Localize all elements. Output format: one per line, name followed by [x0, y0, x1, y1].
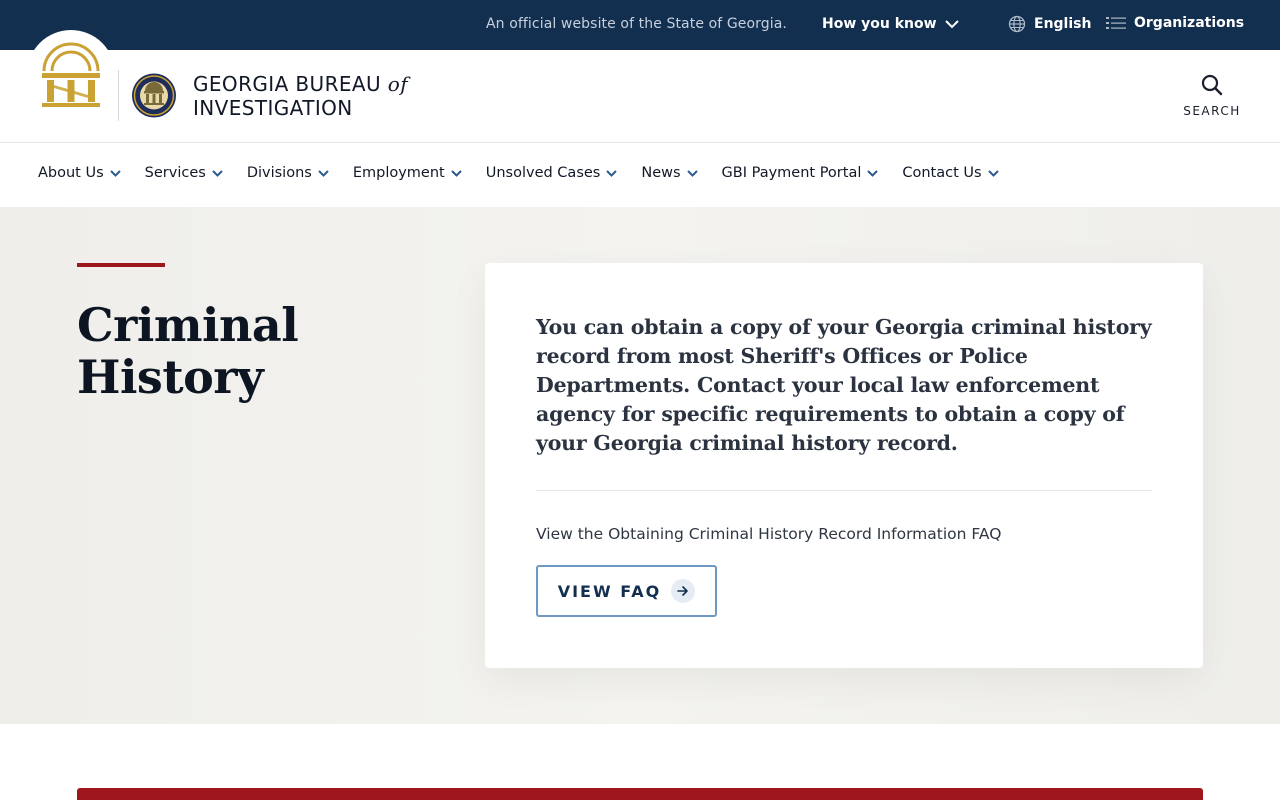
nav-item-unsolved-cases[interactable]: Unsolved Cases [486, 165, 618, 181]
language-selector[interactable]: English [1008, 15, 1091, 33]
main-navigation: About Us Services Divisions Employment U… [0, 143, 1280, 207]
nav-item-label: GBI Payment Portal [721, 165, 862, 181]
how-you-know-label: How you know [822, 16, 937, 32]
chevron-down-icon [318, 169, 329, 177]
nav-item-label: Services [144, 165, 206, 181]
arrow-right-icon [671, 579, 696, 603]
georgia-state-seal-icon [42, 42, 100, 107]
nav-item-contact-us[interactable]: Contact Us [902, 165, 999, 181]
card-divider [536, 490, 1152, 491]
list-icon [1106, 17, 1126, 29]
official-banner: An official website of the State of Geor… [0, 0, 1280, 50]
chevron-down-icon [212, 169, 223, 177]
brand-line-1: GEORGIA BUREAU [193, 72, 382, 96]
site-brand[interactable]: GEORGIA BUREAU of INVESTIGATION [193, 72, 408, 120]
page-title: Criminal History [77, 299, 417, 403]
nav-item-label: Divisions [246, 165, 312, 181]
view-faq-button[interactable]: VIEW FAQ [536, 565, 717, 617]
nav-item-divisions[interactable]: Divisions [247, 165, 329, 181]
page-title-line-1: Criminal [77, 298, 299, 352]
georgia-seal-link[interactable] [27, 30, 115, 118]
nav-item-news[interactable]: News [641, 165, 698, 181]
logo-divider [118, 70, 119, 121]
hero-section: Criminal History You can obtain a copy o… [0, 207, 1280, 724]
how-you-know-toggle[interactable]: How you know [822, 16, 959, 32]
nav-item-about-us[interactable]: About Us [38, 165, 121, 181]
search-button[interactable]: SEARCH [1176, 74, 1248, 118]
search-icon [1201, 74, 1223, 96]
chevron-down-icon [867, 169, 879, 177]
chevron-down-icon [944, 19, 959, 28]
search-label: SEARCH [1183, 104, 1241, 118]
globe-icon [1008, 15, 1026, 33]
nav-item-gbi-payment-portal[interactable]: GBI Payment Portal [722, 165, 879, 181]
chevron-down-icon [987, 169, 999, 177]
nav-item-label: Unsolved Cases [485, 165, 601, 181]
faq-description: View the Obtaining Criminal History Reco… [536, 525, 1002, 543]
title-accent-line [77, 263, 165, 267]
official-website-text: An official website of the State of Geor… [486, 16, 787, 32]
language-label: English [1034, 16, 1092, 32]
content-section [0, 724, 1280, 800]
nav-item-label: About Us [38, 165, 104, 181]
nav-item-label: Employment [352, 165, 445, 181]
section-accent-bar [77, 788, 1203, 800]
chevron-down-icon [686, 169, 698, 177]
organizations-menu[interactable]: Organizations [1106, 15, 1244, 31]
nav-item-label: Contact Us [902, 165, 982, 181]
chevron-down-icon [451, 169, 462, 177]
lead-paragraph: You can obtain a copy of your Georgia cr… [536, 315, 1152, 455]
nav-item-label: News [641, 165, 681, 181]
brand-line-2: INVESTIGATION [193, 96, 353, 120]
view-faq-label: VIEW FAQ [557, 581, 662, 601]
page-title-line-2: History [77, 350, 264, 404]
nav-item-employment[interactable]: Employment [353, 165, 462, 181]
gbi-badge-icon[interactable] [131, 70, 177, 121]
info-card: You can obtain a copy of your Georgia cr… [485, 263, 1203, 668]
chevron-down-icon [606, 169, 618, 177]
nav-item-services[interactable]: Services [145, 165, 223, 181]
organizations-label: Organizations [1134, 15, 1245, 31]
brand-of: of [387, 72, 409, 96]
site-header: GEORGIA BUREAU of INVESTIGATION SEARCH [0, 30, 1280, 143]
chevron-down-icon [109, 169, 121, 177]
